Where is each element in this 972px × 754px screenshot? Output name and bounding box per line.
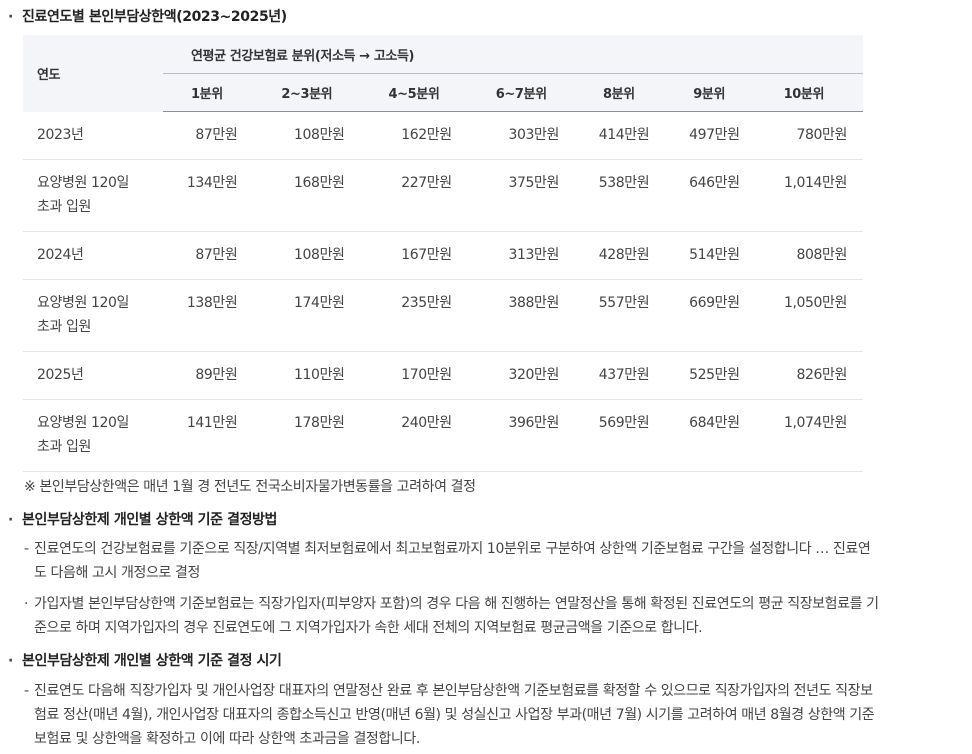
- col-header: 4~5분위: [360, 73, 468, 112]
- table-cell: 174만원: [253, 279, 361, 352]
- paragraph-line: 험료 정산(매년 4월), 개인사업장 대표자의 종합소득신고 반영(매년 6월…: [34, 707, 875, 723]
- table-cell: 1,014만원: [755, 159, 863, 232]
- limit-table: 연도 연평균 건강보험료 분위(저소득 → 고소득) 1분위 2~3분위 4~5…: [23, 35, 863, 472]
- table-row: 2025년 89만원 110만원 170만원 320만원 437만원 525만원…: [23, 351, 863, 400]
- table-cell: 557만원: [574, 279, 666, 352]
- table-cell: 497만원: [665, 111, 756, 160]
- table-cell: 525만원: [665, 351, 756, 400]
- table-cell: 646만원: [665, 159, 756, 232]
- table-cell: 780만원: [755, 111, 863, 160]
- table-cell: 375만원: [467, 159, 575, 232]
- income-group-header: 연평균 건강보험료 분위(저소득 → 고소득): [163, 35, 863, 74]
- paragraph-line: 준으로 하며 지역가입자의 경우 진료연도에 그 지역가입자가 속한 세대 전체…: [34, 620, 703, 636]
- col-header: 2~3분위: [253, 73, 361, 112]
- table-cell: 303만원: [467, 111, 575, 160]
- method-paragraph-1: - 진료연도의 건강보험료를 기준으로 직장/지역별 최저보험료에서 최고보험료까…: [24, 537, 871, 585]
- row-label: 요양병원 120일초과 입원: [23, 279, 163, 352]
- row-label: 요양병원 120일초과 입원: [23, 399, 163, 472]
- row-label: 2023년: [23, 111, 163, 160]
- bullet-dot: ·: [8, 653, 13, 669]
- section-title-timing: · 본인부담상한제 개인별 상한액 기준 결정 시기: [8, 650, 282, 670]
- row-label: 요양병원 120일초과 입원: [23, 159, 163, 232]
- table-cell: 168만원: [253, 159, 361, 232]
- year-column-header: 연도: [23, 35, 163, 112]
- table-cell: 110만원: [253, 351, 361, 400]
- table-cell: 138만원: [163, 279, 254, 352]
- table-cell: 388만원: [467, 279, 575, 352]
- table-cell: 414만원: [574, 111, 666, 160]
- table-cell: 437만원: [574, 351, 666, 400]
- row-label: 2024년: [23, 231, 163, 280]
- dash-mark: -: [24, 541, 29, 557]
- section-title-text: 본인부담상한제 개인별 상한액 기준 결정 시기: [22, 653, 282, 669]
- col-header: 9분위: [665, 73, 756, 112]
- table-cell: 569만원: [574, 399, 666, 472]
- table-cell: 141만원: [163, 399, 254, 472]
- table-cell: 1,074만원: [755, 399, 863, 472]
- paragraph-line: 도 다음해 고시 개정으로 결정: [34, 565, 200, 581]
- row-label-line: 초과 입원: [37, 319, 91, 335]
- table-cell: 320만원: [467, 351, 575, 400]
- table-cell: 167만원: [360, 231, 468, 280]
- table-cell: 108만원: [253, 111, 361, 160]
- table-cell: 108만원: [253, 231, 361, 280]
- col-header: 10분위: [755, 73, 863, 112]
- bullet-dot: ·: [8, 9, 13, 25]
- table-cell: 313만원: [467, 231, 575, 280]
- bullet-dot: ·: [8, 512, 13, 528]
- table-cell: 235만원: [360, 279, 468, 352]
- table-row: 요양병원 120일초과 입원 141만원 178만원 240만원 396만원 5…: [23, 399, 863, 472]
- table-cell: 227만원: [360, 159, 468, 232]
- section-title-text: 진료연도별 본인부담상한액(2023~2025년): [22, 9, 287, 25]
- table-cell: 178만원: [253, 399, 361, 472]
- row-label-line: 요양병원 120일: [37, 175, 129, 191]
- table-footnote: ※ 본인부담상한액은 매년 1월 경 전년도 전국소비자물가변동률을 고려하여 …: [24, 479, 476, 495]
- table-cell: 240만원: [360, 399, 468, 472]
- method-paragraph-2: · 가입자별 본인부담상한액 기준보험료는 직장가입자(피부양자 포함)의 경우 …: [24, 592, 879, 640]
- table-cell: 684만원: [665, 399, 756, 472]
- table-cell: 87만원: [163, 111, 254, 160]
- paragraph-line: 진료연도의 건강보험료를 기준으로 직장/지역별 최저보험료에서 최고보험료까지…: [34, 541, 871, 557]
- dot-mark: ·: [24, 596, 29, 612]
- table-cell: 134만원: [163, 159, 254, 232]
- table-row: 2024년 87만원 108만원 167만원 313만원 428만원 514만원…: [23, 231, 863, 280]
- table-cell: 87만원: [163, 231, 254, 280]
- table-cell: 170만원: [360, 351, 468, 400]
- table-cell: 89만원: [163, 351, 254, 400]
- table-row: 요양병원 120일초과 입원 134만원 168만원 227만원 375만원 5…: [23, 159, 863, 232]
- table-cell: 428만원: [574, 231, 666, 280]
- table-row: 요양병원 120일초과 입원 138만원 174만원 235만원 388만원 5…: [23, 279, 863, 352]
- row-label: 2025년: [23, 351, 163, 400]
- table-cell: 1,050만원: [755, 279, 863, 352]
- row-label-line: 요양병원 120일: [37, 415, 129, 431]
- dash-mark: -: [24, 683, 29, 699]
- section-title-method: · 본인부담상한제 개인별 상한액 기준 결정방법: [8, 509, 277, 529]
- table-cell: 396만원: [467, 399, 575, 472]
- table-row: 2023년 87만원 108만원 162만원 303만원 414만원 497만원…: [23, 111, 863, 160]
- table-cell: 538만원: [574, 159, 666, 232]
- table-cell: 669만원: [665, 279, 756, 352]
- row-label-line: 초과 입원: [37, 439, 91, 455]
- table-cell: 808만원: [755, 231, 863, 280]
- paragraph-line: 진료연도 다음해 직장가입자 및 개인사업장 대표자의 연말정산 완료 후 본인…: [34, 683, 873, 699]
- paragraph-line: 가입자별 본인부담상한액 기준보험료는 직장가입자(피부양자 포함)의 경우 다…: [34, 596, 879, 612]
- col-header: 1분위: [163, 73, 254, 112]
- paragraph-line: 보험료 및 상한액을 확정하고 이에 따라 상한액 초과금을 결정합니다.: [34, 731, 420, 747]
- col-header: 8분위: [574, 73, 666, 112]
- table-cell: 514만원: [665, 231, 756, 280]
- section-title-yearly-limit: · 진료연도별 본인부담상한액(2023~2025년): [8, 6, 287, 26]
- timing-paragraph: - 진료연도 다음해 직장가입자 및 개인사업장 대표자의 연말정산 완료 후 본…: [24, 679, 875, 751]
- row-label-line: 초과 입원: [37, 199, 91, 215]
- section-title-text: 본인부담상한제 개인별 상한액 기준 결정방법: [22, 512, 278, 528]
- table-cell: 826만원: [755, 351, 863, 400]
- row-label-line: 요양병원 120일: [37, 295, 129, 311]
- table-cell: 162만원: [360, 111, 468, 160]
- col-header: 6~7분위: [467, 73, 575, 112]
